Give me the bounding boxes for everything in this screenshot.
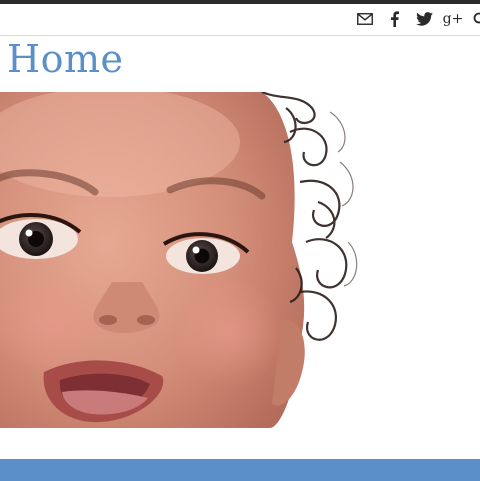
- facebook-icon[interactable]: [387, 10, 401, 28]
- page-title: Home: [7, 37, 124, 81]
- footer-band: [0, 459, 480, 481]
- google-plus-icon[interactable]: g+: [442, 10, 464, 28]
- mail-icon[interactable]: [356, 10, 374, 28]
- google-plus-glyph: g+: [442, 11, 464, 27]
- social-bar: g+: [0, 4, 480, 36]
- baby-face-illustration: [0, 92, 358, 428]
- hero-image: [0, 92, 480, 428]
- twitter-icon[interactable]: [415, 10, 433, 28]
- search-icon[interactable]: [472, 10, 480, 28]
